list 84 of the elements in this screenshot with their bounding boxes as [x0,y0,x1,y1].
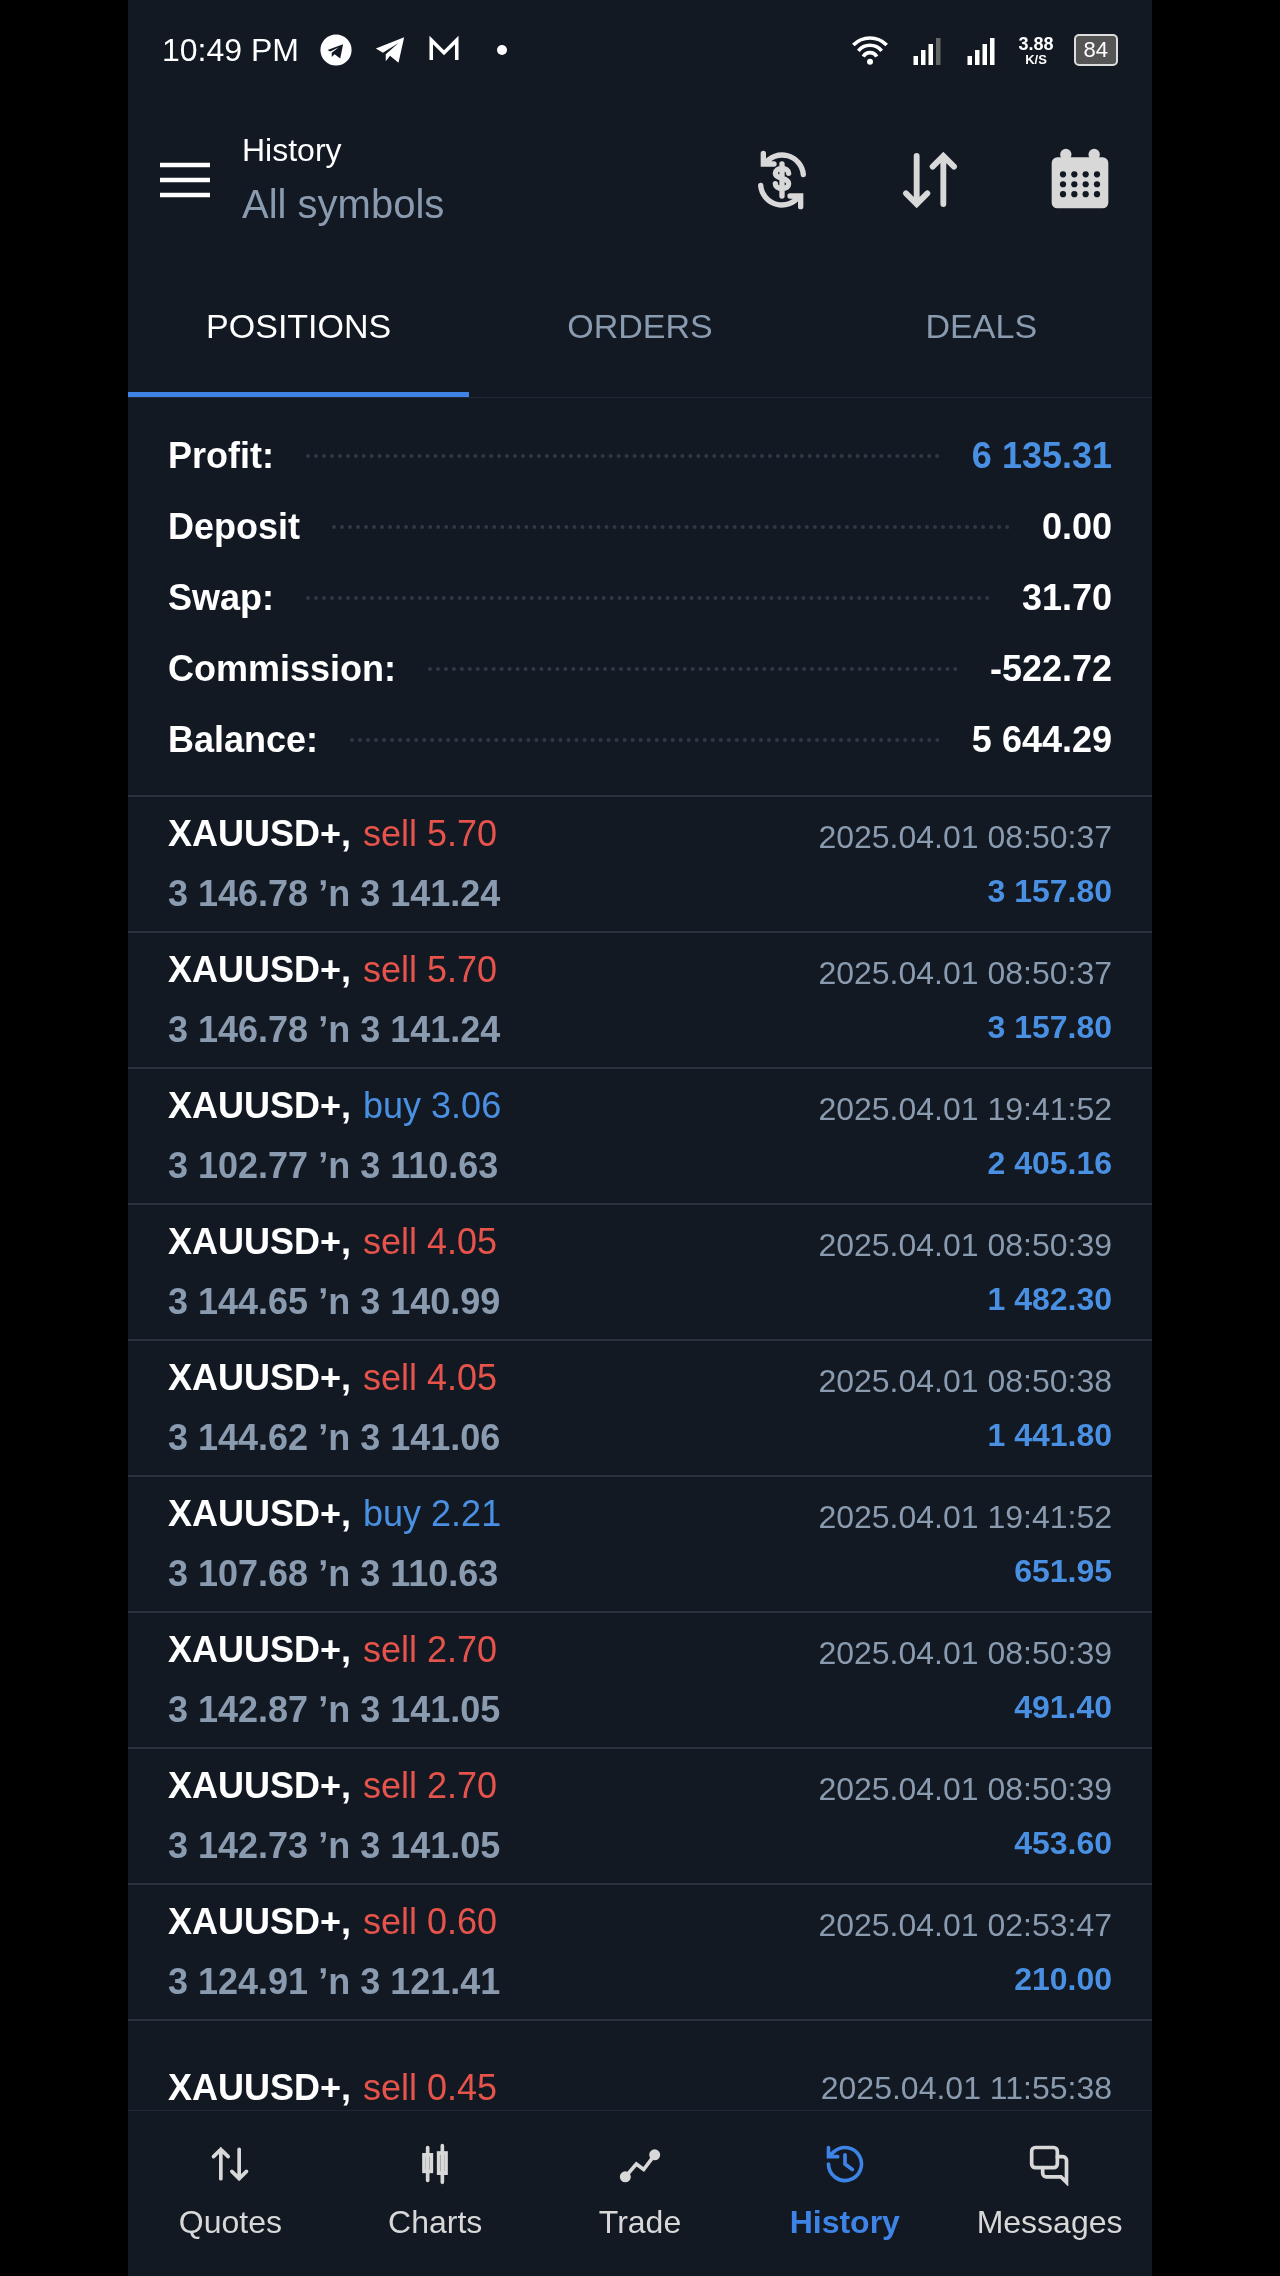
trade-time: 2025.04.01 08:50:38 [818,1362,1112,1401]
summary-label: Balance: [168,717,319,762]
open-close-prices: 3 146.78 ʼn 3 141.24 [168,872,501,916]
trade-volume: buy 2.21 [363,1492,502,1536]
telegram-icon [318,33,353,67]
open-close-prices: 3 124.91 ʼn 3 121.41 [168,1960,501,2004]
summary-value: 5 644.29 [971,717,1112,762]
trade-profit: 491.40 [1014,1688,1112,1727]
trade-profit: 453.60 [1014,1824,1112,1863]
header-title: History [242,131,343,170]
position-row[interactable]: XAUUSD+, sell 4.05 3 144.62 ʼn 3 141.06 2025.04.01 08:50:38 1 441.80 [128,1341,1152,1477]
nav-tab[interactable]: Charts [332,2111,538,2276]
trade-profit: 1 482.30 [987,1280,1112,1319]
symbol-filter[interactable]: All symbols [242,174,445,234]
summary-value: 6 135.31 [971,433,1112,478]
symbol: XAUUSD+, [168,1628,352,1672]
open-close-prices: 3 146.78 ʼn 3 141.24 [168,1008,501,1052]
trade-profit: 3 157.80 [987,1008,1112,1047]
open-close-prices: 3 102.77 ʼn 3 110.63 [168,1144,500,1188]
summary-value: -522.72 [989,646,1112,691]
position-row[interactable]: XAUUSD+, sell 4.05 3 144.65 ʼn 3 140.99 2025.04.01 08:50:39 1 482.30 [128,1205,1152,1341]
trade-time: 2025.04.01 19:41:52 [818,1090,1112,1129]
symbol: XAUUSD+, [168,812,352,856]
trade-volume: sell 4.05 [363,1356,498,1400]
menu-icon[interactable] [158,160,212,200]
trade-volume: sell 5.70 [363,812,498,856]
trade-time: 2025.04.01 08:50:37 [818,818,1112,857]
open-close-prices: 3 144.65 ʼn 3 140.99 [168,1280,501,1324]
trade-volume: sell 5.70 [363,948,498,992]
trade-time: 2025.04.01 08:50:39 [818,1226,1112,1265]
nav-tab[interactable]: Messages [947,2111,1152,2276]
symbol: XAUUSD+, [168,1492,352,1536]
battery-indicator: 84 [1073,34,1118,66]
trade-volume: sell 4.05 [363,1220,498,1264]
tab[interactable]: DEALS [810,260,1152,397]
open-close-prices: 3 142.87 ʼn 3 141.05 [168,1688,501,1732]
symbol: XAUUSD+, [168,1764,352,1808]
nav-tab[interactable]: Trade [537,2111,743,2276]
trade-time: 2025.04.01 08:50:37 [818,954,1112,993]
trade-volume: sell 2.70 [363,1764,498,1808]
position-row[interactable]: XAUUSD+, sell 0.60 3 124.91 ʼn 3 121.41 2025.04.01 02:53:47 210.00 [128,1885,1152,2021]
position-row[interactable]: XAUUSD+, buy 3.06 3 102.77 ʼn 3 110.63 2025.04.01 19:41:52 2 405.16 [128,1069,1152,1205]
tab[interactable]: POSITIONS [128,260,470,397]
symbol: XAUUSD+, [168,2066,352,2110]
summary-label: Profit: [168,433,274,478]
open-close-prices: 3 144.62 ʼn 3 141.06 [168,1416,501,1460]
summary-label: Commission: [168,646,397,691]
nav-tab[interactable]: Quotes [128,2111,333,2276]
trade-time: 2025.04.01 08:50:39 [818,1770,1112,1809]
trade-time: 2025.04.01 19:41:52 [818,1498,1112,1537]
position-row[interactable]: XAUUSD+, buy 2.21 3 107.68 ʼn 3 110.63 2025.04.01 19:41:52 651.95 [128,1477,1152,1613]
symbol: XAUUSD+, [168,948,352,992]
trade-profit: 2 405.16 [987,1144,1112,1183]
symbol: XAUUSD+, [168,1084,352,1128]
position-row[interactable]: XAUUSD+, sell 5.70 3 146.78 ʼn 3 141.24 2025.04.01 08:50:37 3 157.80 [128,933,1152,1069]
symbol: XAUUSD+, [168,1220,352,1264]
summary-value: 0.00 [1041,504,1112,549]
open-close-prices: 3 107.68 ʼn 3 110.63 [168,1552,500,1596]
summary-label: Deposit [168,504,300,549]
nav-tab[interactable]: History [742,2111,948,2276]
position-row[interactable]: XAUUSD+, sell 2.70 3 142.87 ʼn 3 141.05 2025.04.01 08:50:39 491.40 [128,1613,1152,1749]
trade-time: 2025.04.01 08:50:39 [818,1634,1112,1673]
position-row[interactable]: XAUUSD+, sell 2.70 3 142.73 ʼn 3 141.05 2025.04.01 08:50:39 453.60 [128,1749,1152,1885]
open-close-prices: 3 142.73 ʼn 3 141.05 [168,1824,501,1868]
position-row[interactable]: XAUUSD+, sell 5.70 3 146.78 ʼn 3 141.24 2025.04.01 08:50:37 3 157.80 [128,797,1152,933]
trade-profit: 3 157.80 [987,872,1112,911]
trade-time: 2025.04.01 11:55:38 [820,2069,1112,2108]
trade-volume: buy 3.06 [363,1084,502,1128]
wifi-icon [850,33,891,67]
trade-volume: sell 2.70 [363,1628,498,1672]
summary-label: Swap: [168,575,274,620]
tab[interactable]: ORDERS [469,260,811,397]
trade-time: 2025.04.01 02:53:47 [818,1906,1112,1945]
trade-volume: sell 0.60 [363,1900,498,1944]
trade-profit: 1 441.80 [987,1416,1112,1455]
speed-unit: K/S [1025,52,1047,66]
network-speed: 3.88 [1018,34,1054,53]
trade-volume: sell 0.45 [363,2066,498,2110]
symbol: XAUUSD+, [168,1900,352,1944]
trade-profit: 210.00 [1014,1960,1112,1999]
summary-value: 31.70 [1021,575,1112,620]
trade-profit: 651.95 [1014,1552,1112,1591]
status-time: 10:49 PM [162,31,299,70]
symbol: XAUUSD+, [168,1356,352,1400]
